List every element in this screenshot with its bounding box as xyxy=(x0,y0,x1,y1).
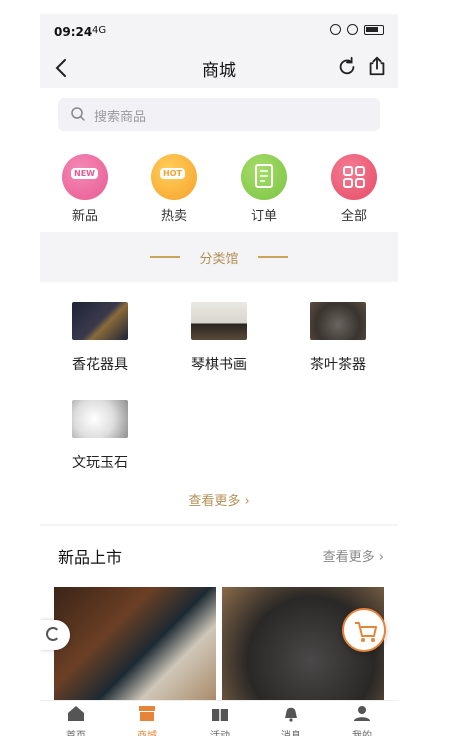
category-item[interactable]: 香花器具 xyxy=(50,302,150,374)
grid-icon xyxy=(331,154,377,200)
order-icon xyxy=(241,154,287,200)
section-title: 分类馆 xyxy=(199,252,239,267)
tab-label: 首页 xyxy=(46,727,106,736)
phone-screen: 09:24 4G 商城 搜索商品 NEW 新品 HOT 热卖 订单 全部 分类馆… xyxy=(40,14,398,736)
more-label: 查看更多 xyxy=(188,494,241,509)
category-label: 香花器具 xyxy=(72,357,128,373)
sync-icon xyxy=(330,24,341,35)
category-item[interactable]: 文玩玉石 xyxy=(50,400,150,472)
quick-link-all[interactable]: 全部 xyxy=(324,154,384,224)
battery-icon xyxy=(364,24,384,35)
quick-link-label: 热卖 xyxy=(160,209,187,224)
more-label: 查看更多 xyxy=(322,550,375,565)
chevron-right-icon: › xyxy=(378,550,384,565)
category-thumbnail xyxy=(72,302,128,340)
category-label: 文玩玉石 xyxy=(72,455,128,471)
category-thumbnail xyxy=(191,302,247,340)
floating-service-button[interactable] xyxy=(40,620,70,650)
bell-icon xyxy=(285,707,297,722)
user-icon xyxy=(354,706,370,721)
new-arrivals-more-link[interactable]: 查看更多 › xyxy=(323,546,384,565)
category-label: 茶叶茶器 xyxy=(310,357,366,373)
tab-label: 商城 xyxy=(117,727,177,736)
status-bar: 09:24 4G xyxy=(40,14,398,50)
tab-shop[interactable]: 商城 xyxy=(117,704,177,736)
new-icon: NEW xyxy=(62,154,108,200)
status-time: 09:24 xyxy=(54,25,93,39)
quick-link-label: 全部 xyxy=(340,209,367,224)
loading-icon xyxy=(46,627,60,641)
tab-label: 我的 xyxy=(332,727,392,736)
tab-messages[interactable]: 消息 xyxy=(261,704,321,736)
category-section-header: 分类馆 xyxy=(40,232,398,282)
cart-icon xyxy=(355,622,377,642)
cart-button[interactable] xyxy=(342,608,386,652)
category-thumbnail xyxy=(72,400,128,438)
share-icon[interactable] xyxy=(366,55,388,77)
tab-bar: 首页 商城 活动 消息 我的 xyxy=(40,700,398,736)
new-arrivals-title: 新品上市 xyxy=(58,548,123,567)
tab-activity[interactable]: 活动 xyxy=(190,704,250,736)
quick-link-new[interactable]: NEW 新品 xyxy=(55,154,115,224)
tab-profile[interactable]: 我的 xyxy=(332,704,392,736)
status-icons xyxy=(330,24,384,35)
category-label: 琴棋书画 xyxy=(191,357,247,373)
category-card: 香花器具 琴棋书画 茶叶茶器 文玩玉石 查看更多 › xyxy=(40,282,398,524)
quick-link-label: 订单 xyxy=(250,209,277,224)
status-signal: 4G xyxy=(92,25,107,36)
hot-badge: HOT xyxy=(160,168,185,179)
chevron-right-icon: › xyxy=(244,494,250,509)
quick-link-hot[interactable]: HOT 热卖 xyxy=(144,154,204,224)
top-card: 搜索商品 NEW 新品 HOT 热卖 订单 全部 xyxy=(40,88,398,232)
search-icon xyxy=(71,107,85,121)
category-thumbnail xyxy=(310,302,366,340)
hot-icon: HOT xyxy=(151,154,197,200)
refresh-icon[interactable] xyxy=(336,56,358,78)
new-badge: NEW xyxy=(71,168,98,179)
quick-link-label: 新品 xyxy=(71,209,98,224)
tab-label: 消息 xyxy=(261,727,321,736)
quick-link-order[interactable]: 订单 xyxy=(234,154,294,224)
category-item[interactable]: 茶叶茶器 xyxy=(288,302,388,374)
home-icon xyxy=(68,706,84,721)
header: 商城 xyxy=(40,50,398,88)
gift-icon xyxy=(212,709,228,721)
search-bar[interactable]: 搜索商品 xyxy=(58,98,380,131)
alarm-icon xyxy=(347,24,358,35)
categories-more-link[interactable]: 查看更多 › xyxy=(40,490,398,509)
category-item[interactable]: 琴棋书画 xyxy=(169,302,269,374)
tab-label: 活动 xyxy=(190,727,250,736)
search-placeholder: 搜索商品 xyxy=(94,110,147,125)
divider-line xyxy=(258,256,288,258)
tab-home[interactable]: 首页 xyxy=(46,704,106,736)
shop-icon xyxy=(139,706,155,721)
product-image[interactable] xyxy=(54,587,216,710)
